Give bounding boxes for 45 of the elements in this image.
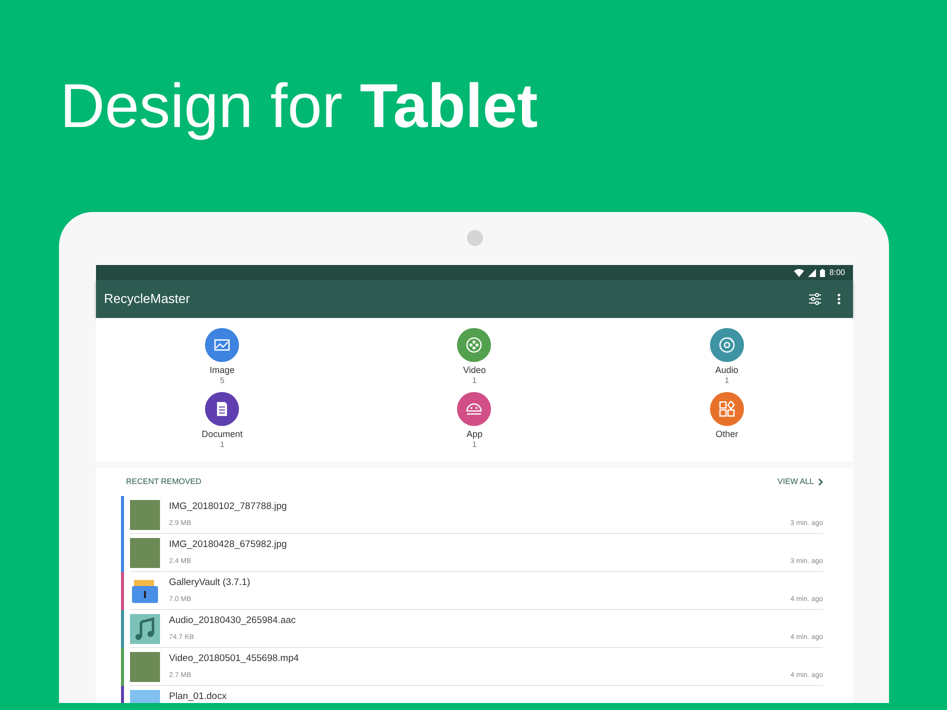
music-note-icon — [130, 614, 160, 644]
other-category-button[interactable] — [710, 392, 744, 426]
view-all-link[interactable]: VIEW ALL — [778, 476, 823, 488]
headline: Design for Tablet — [59, 71, 539, 143]
audio-category-button[interactable] — [710, 328, 744, 362]
status-time: 8:00 — [829, 266, 845, 278]
photo-placeholder — [130, 652, 160, 682]
signal-icon — [808, 268, 816, 276]
category-label: Other — [716, 429, 738, 440]
file-name: Audio_20180430_265984.aac — [169, 614, 297, 628]
chevron-right-icon — [818, 478, 823, 486]
category-count: 1 — [472, 376, 477, 386]
file-name: Plan_01.docx — [169, 690, 228, 703]
shapes-icon — [718, 401, 735, 417]
filter-sliders-icon[interactable] — [809, 293, 821, 305]
disc-icon — [718, 337, 735, 353]
robot-icon — [466, 401, 482, 417]
category-count: 5 — [220, 376, 224, 386]
film-reel-icon — [466, 337, 482, 353]
app-title: RecycleMaster — [104, 290, 191, 308]
file-row[interactable]: Plan_01.docx — [121, 686, 823, 703]
category-label: Document — [202, 429, 243, 440]
category-count: 1 — [220, 440, 224, 450]
more-menu-icon[interactable] — [837, 293, 841, 305]
file-name: Video_20180501_455698.mp4 — [169, 652, 300, 666]
category-label: Video — [463, 365, 486, 376]
battery-icon — [820, 268, 826, 276]
category-label: Audio — [715, 365, 738, 376]
photo-placeholder — [130, 538, 160, 568]
file-name: GalleryVault (3.7.1) — [169, 576, 252, 590]
image-category-button[interactable] — [205, 328, 240, 362]
wifi-icon — [794, 268, 804, 276]
document-category-button[interactable] — [205, 392, 240, 426]
section-title: RECENT REMOVED — [125, 476, 202, 488]
category-label: App — [466, 429, 482, 440]
file-name: IMG_20180102_787788.jpg — [169, 500, 288, 514]
category-count: 1 — [724, 376, 730, 386]
camera-dot — [467, 230, 483, 246]
category-label: Image — [210, 365, 235, 376]
picture-icon — [214, 337, 230, 353]
video-category-button[interactable] — [457, 328, 492, 362]
app-category-button[interactable] — [457, 392, 492, 426]
photo-placeholder — [130, 500, 160, 530]
file-name: IMG_20180428_675982.jpg — [169, 538, 288, 552]
category-count: 1 — [472, 440, 477, 450]
